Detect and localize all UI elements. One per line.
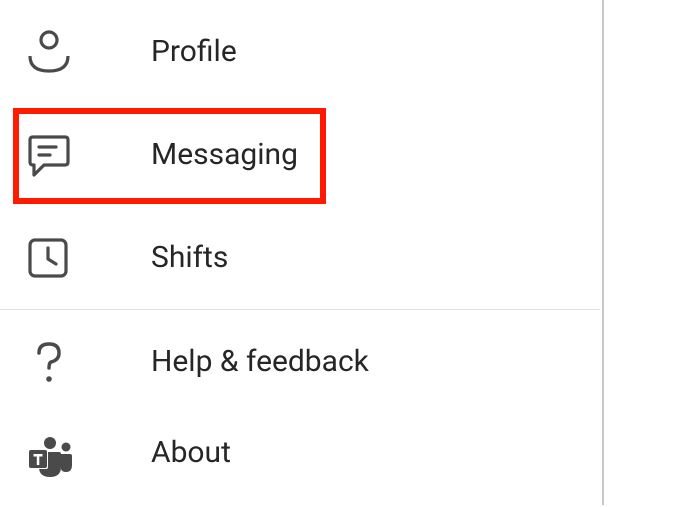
menu-item-profile[interactable]: Profile <box>0 0 600 103</box>
menu-item-label: Help & feedback <box>106 344 369 379</box>
menu-item-about[interactable]: About <box>0 413 600 507</box>
menu-item-shifts[interactable]: Shifts <box>0 206 600 309</box>
profile-icon <box>26 29 106 75</box>
menu-item-label: Shifts <box>106 240 228 275</box>
menu-item-help[interactable]: Help & feedback <box>0 310 600 413</box>
teams-icon <box>26 435 106 481</box>
question-icon <box>26 339 106 385</box>
menu-item-label: Profile <box>106 34 237 69</box>
settings-menu: Profile Messaging Shifts <box>0 0 600 505</box>
menu-item-messaging[interactable]: Messaging <box>0 103 600 206</box>
menu-item-label: About <box>106 435 231 470</box>
vertical-separator <box>602 0 604 505</box>
menu-item-label: Messaging <box>106 137 298 172</box>
messaging-icon <box>26 132 106 178</box>
clock-icon <box>26 236 106 280</box>
